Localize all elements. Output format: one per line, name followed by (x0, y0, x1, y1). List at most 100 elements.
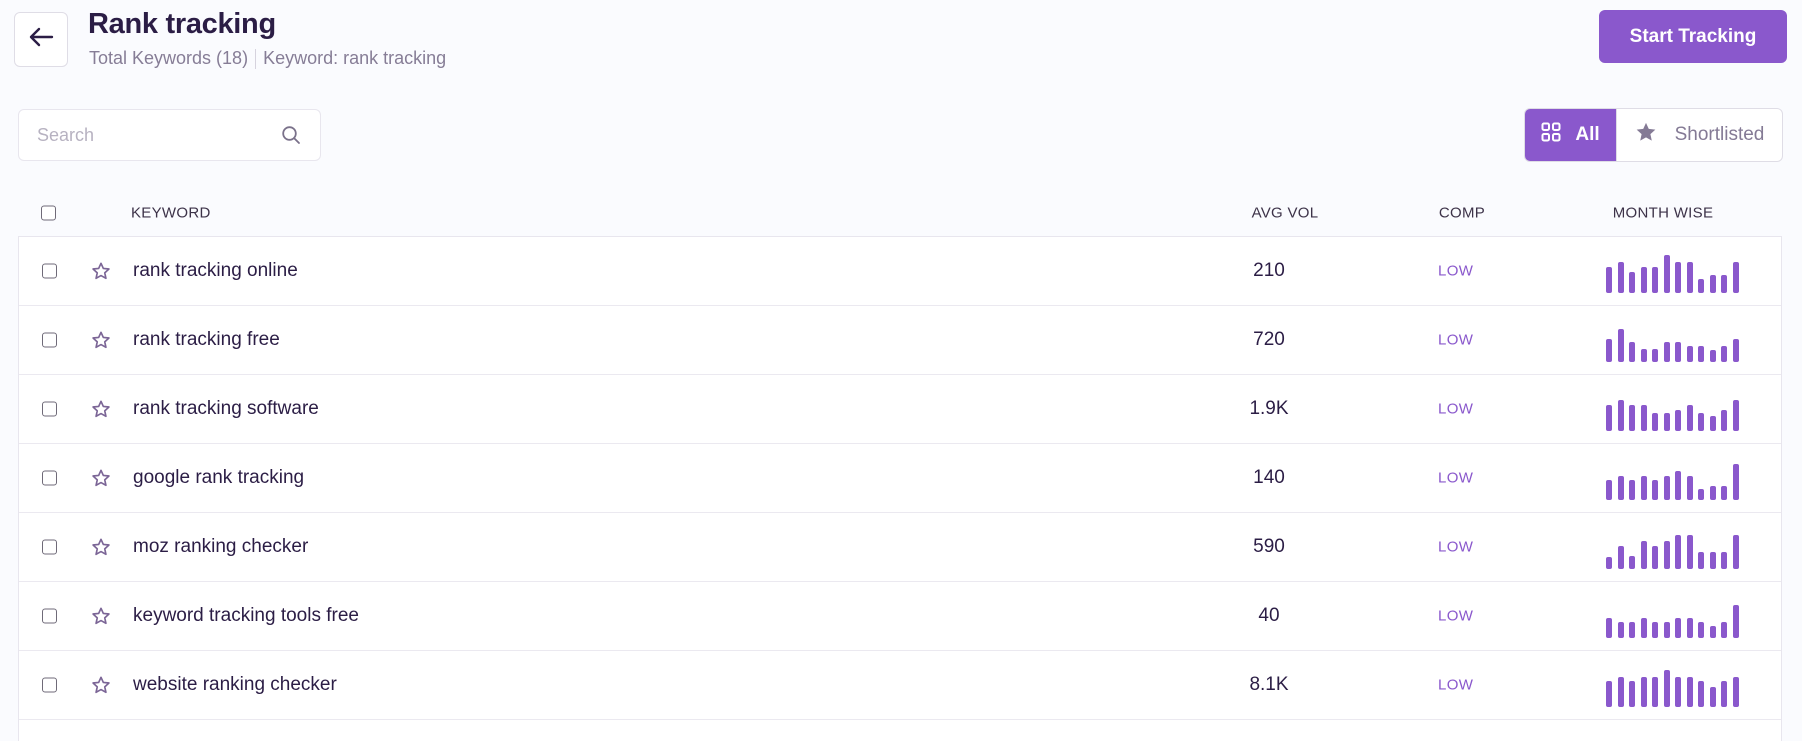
month-bar (1709, 416, 1716, 431)
month-bar (1675, 410, 1681, 431)
month-bar (1629, 681, 1635, 707)
month-bar (1709, 350, 1716, 362)
month-bar (1640, 677, 1647, 707)
month-bar (1640, 405, 1647, 431)
month-bar (1721, 681, 1727, 707)
month-bar (1721, 410, 1727, 431)
select-all-checkbox[interactable] (41, 205, 56, 221)
month-bar (1675, 618, 1681, 638)
month-bar (1640, 349, 1647, 362)
month-bar (1709, 552, 1716, 569)
month-bar (1698, 279, 1704, 293)
filter-shortlisted-tab[interactable]: Shortlisted (1616, 109, 1782, 161)
table-row: keyword tracking tools free 40 LOW (19, 582, 1781, 651)
row-checkbox[interactable] (42, 263, 57, 279)
month-bar (1732, 677, 1739, 707)
month-bar (1640, 541, 1647, 569)
month-bar (1629, 622, 1635, 638)
month-bar (1709, 275, 1716, 293)
back-button[interactable] (14, 12, 68, 67)
search-icon[interactable] (280, 124, 302, 146)
month-wise-chart (1606, 391, 1739, 431)
month-bar (1686, 262, 1693, 293)
month-bar (1709, 626, 1716, 638)
month-wise-chart (1606, 529, 1739, 569)
month-bar (1652, 349, 1658, 362)
star-outline-icon[interactable] (91, 537, 111, 557)
row-checkbox[interactable] (42, 677, 57, 693)
month-bar (1606, 405, 1612, 431)
total-keywords-count: Total Keywords (18) (89, 48, 249, 68)
column-header-keyword[interactable]: KEYWORD (131, 205, 211, 222)
star-filled-icon (1635, 121, 1657, 149)
month-bar (1686, 618, 1693, 638)
star-outline-icon[interactable] (91, 675, 111, 695)
star-outline-icon[interactable] (91, 468, 111, 488)
column-header-comp[interactable]: COMP (1412, 205, 1512, 222)
month-bar (1686, 535, 1693, 569)
star-outline-icon[interactable] (91, 330, 111, 350)
month-wise-chart (1606, 667, 1739, 707)
month-bar (1686, 677, 1693, 707)
star-outline-icon[interactable] (91, 606, 111, 626)
month-bar (1617, 400, 1624, 431)
month-bar (1640, 476, 1647, 500)
keyword-text[interactable]: google rank tracking (133, 467, 304, 489)
subtitle-divider (255, 48, 257, 69)
arrow-left-icon (28, 27, 54, 52)
month-bar (1721, 346, 1727, 362)
month-wise-chart (1606, 322, 1739, 362)
competition-level: LOW (1438, 676, 1474, 694)
month-bar (1721, 622, 1727, 638)
month-bar (1617, 677, 1624, 707)
star-outline-icon[interactable] (91, 399, 111, 419)
month-bar (1675, 535, 1681, 569)
search-input[interactable] (37, 124, 280, 146)
month-bar (1732, 535, 1739, 569)
month-bar (1663, 476, 1670, 500)
month-bar (1686, 476, 1693, 500)
start-tracking-button[interactable]: Start Tracking (1599, 10, 1787, 63)
month-bar (1663, 255, 1670, 293)
month-bar (1732, 339, 1739, 362)
month-bar (1629, 480, 1635, 500)
month-bar (1606, 267, 1612, 293)
month-bar (1617, 546, 1624, 569)
row-checkbox[interactable] (42, 332, 57, 348)
avg-volume: 590 (1253, 536, 1285, 557)
keyword-text[interactable]: moz ranking checker (133, 536, 308, 558)
avg-volume: 40 (1258, 605, 1280, 626)
star-outline-icon[interactable] (91, 261, 111, 281)
month-bar (1629, 405, 1635, 431)
month-bar (1709, 687, 1716, 707)
page-subtitle: Total Keywords (18) Keyword: rank tracki… (89, 48, 446, 69)
month-bar (1606, 557, 1612, 569)
avg-volume: 720 (1253, 329, 1285, 350)
keyword-text[interactable]: rank tracking free (133, 329, 280, 351)
row-checkbox[interactable] (42, 470, 57, 486)
table-row: google rank tracking 140 LOW (19, 444, 1781, 513)
filter-all-tab[interactable]: All (1525, 109, 1616, 161)
month-bar (1652, 413, 1658, 431)
keyword-text[interactable]: website ranking checker (133, 674, 337, 696)
row-checkbox[interactable] (42, 539, 57, 555)
month-bar (1675, 677, 1681, 707)
competition-level: LOW (1438, 331, 1474, 349)
month-bar (1721, 275, 1727, 293)
keyword-text[interactable]: keyword tracking tools free (133, 605, 359, 627)
keyword-text[interactable]: rank tracking online (133, 260, 298, 282)
row-checkbox[interactable] (42, 401, 57, 417)
month-bar (1606, 681, 1612, 707)
month-bar (1629, 556, 1635, 569)
column-header-avg-vol[interactable]: AVG VOL (1235, 205, 1335, 222)
month-bar (1652, 622, 1658, 638)
search-box (18, 109, 321, 161)
month-bar (1675, 342, 1681, 362)
table-row: rank tracking online 210 LOW (19, 237, 1781, 306)
month-bar (1617, 476, 1624, 500)
month-wise-chart (1606, 598, 1739, 638)
competition-level: LOW (1438, 538, 1474, 556)
table-row: moz ranking checker 590 LOW (19, 513, 1781, 582)
keyword-text[interactable]: rank tracking software (133, 398, 319, 420)
row-checkbox[interactable] (42, 608, 57, 624)
